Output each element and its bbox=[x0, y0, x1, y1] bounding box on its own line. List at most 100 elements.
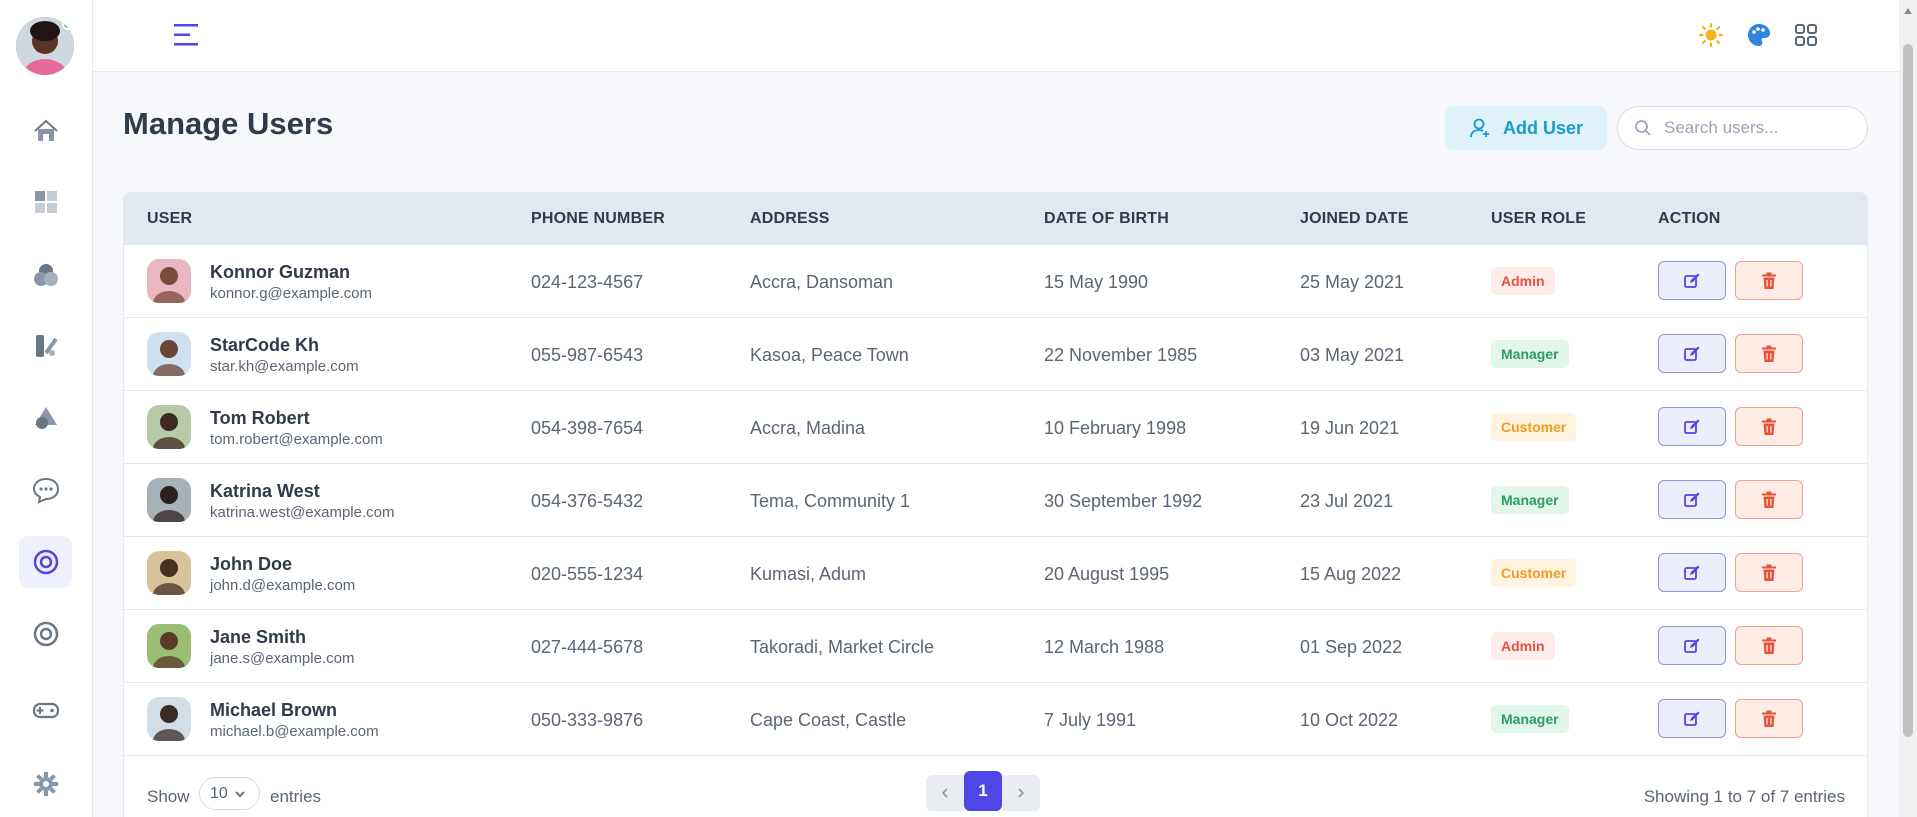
sidebar-item-layers[interactable] bbox=[19, 392, 72, 444]
joined-date: 01 Sep 2022 bbox=[1300, 637, 1403, 657]
edit-icon bbox=[1684, 638, 1700, 653]
role-badge: Manager bbox=[1491, 340, 1569, 368]
table-row: Michael Brown michael.b@example.com 050-… bbox=[124, 683, 1867, 756]
delete-user-button[interactable] bbox=[1735, 261, 1803, 300]
trash-icon bbox=[1762, 272, 1776, 289]
column-header-phone[interactable]: PHONE NUMBER bbox=[531, 210, 665, 228]
palette-button[interactable] bbox=[1745, 21, 1773, 49]
page-scrollbar[interactable] bbox=[1899, 0, 1917, 817]
user-name: Tom Robert bbox=[210, 408, 310, 428]
date-of-birth: 30 September 1992 bbox=[1044, 491, 1203, 511]
table-row: Katrina West katrina.west@example.com 05… bbox=[124, 464, 1867, 537]
add-user-icon bbox=[1470, 118, 1489, 138]
sidebar-item-widgets[interactable] bbox=[19, 320, 72, 372]
user-email: john.d@example.com bbox=[210, 577, 356, 594]
joined-date: 19 Jun 2021 bbox=[1300, 418, 1400, 438]
top-bar bbox=[93, 0, 1899, 72]
user-avatar bbox=[147, 551, 191, 595]
profile-avatar[interactable] bbox=[16, 17, 74, 75]
scroll-up-icon[interactable] bbox=[1904, 8, 1912, 14]
date-of-birth: 20 August 1995 bbox=[1044, 564, 1170, 584]
page-title: Manage Users bbox=[123, 106, 334, 141]
chevron-left-icon bbox=[941, 788, 948, 798]
chat-icon bbox=[32, 477, 59, 504]
edit-user-button[interactable] bbox=[1658, 334, 1726, 373]
apps-grid-button[interactable] bbox=[1792, 21, 1820, 49]
pagination-next-button[interactable] bbox=[1002, 775, 1040, 811]
showing-entries-text: Showing 1 to 7 of 7 entries bbox=[1643, 787, 1845, 806]
table-row: Konnor Guzman konnor.g@example.com 024-1… bbox=[124, 245, 1867, 318]
delete-user-button[interactable] bbox=[1735, 407, 1803, 446]
edit-user-button[interactable] bbox=[1658, 699, 1726, 738]
pagination-page-1[interactable]: 1 bbox=[964, 771, 1002, 811]
chevron-right-icon bbox=[1018, 788, 1025, 798]
search-input[interactable] bbox=[1664, 118, 1844, 138]
table-row: StarCode Kh star.kh@example.com 055-987-… bbox=[124, 318, 1867, 391]
delete-user-button[interactable] bbox=[1735, 699, 1803, 738]
column-header-role[interactable]: USER ROLE bbox=[1491, 210, 1586, 228]
edit-user-button[interactable] bbox=[1658, 553, 1726, 592]
edit-icon bbox=[1684, 346, 1700, 361]
search-box[interactable] bbox=[1617, 106, 1868, 150]
edit-user-button[interactable] bbox=[1658, 480, 1726, 519]
pagination-prev-button[interactable] bbox=[926, 775, 964, 811]
user-avatar bbox=[147, 478, 191, 522]
search-icon bbox=[1635, 120, 1651, 136]
settings-icon bbox=[33, 772, 58, 796]
add-user-button[interactable]: Add User bbox=[1445, 106, 1607, 150]
user-avatar bbox=[147, 332, 191, 376]
target-icon bbox=[33, 549, 58, 575]
sidebar-item-circle[interactable] bbox=[19, 608, 72, 660]
widgets-icon bbox=[35, 335, 58, 357]
column-header-dob[interactable]: DATE OF BIRTH bbox=[1044, 210, 1169, 228]
phone-number: 027-444-5678 bbox=[531, 637, 644, 657]
user-name: StarCode Kh bbox=[210, 335, 320, 355]
role-badge: Customer bbox=[1491, 559, 1577, 587]
column-header-user[interactable]: USER bbox=[147, 210, 192, 228]
user-email: michael.b@example.com bbox=[210, 723, 379, 740]
theme-toggle-button[interactable] bbox=[1697, 21, 1725, 49]
sidebar-item-shapes[interactable] bbox=[19, 249, 72, 301]
trash-icon bbox=[1762, 564, 1776, 581]
menu-toggle-button[interactable] bbox=[172, 22, 200, 48]
entries-label: entries bbox=[270, 787, 322, 806]
add-user-label: Add User bbox=[1502, 117, 1583, 138]
date-of-birth: 7 July 1991 bbox=[1044, 710, 1137, 730]
show-label: Show bbox=[147, 787, 190, 806]
edit-icon bbox=[1684, 419, 1700, 434]
layers-icon bbox=[34, 407, 57, 429]
sidebar-item-settings[interactable] bbox=[19, 758, 72, 810]
sidebar bbox=[0, 0, 93, 817]
date-of-birth: 22 November 1985 bbox=[1044, 345, 1198, 365]
trash-icon bbox=[1762, 491, 1776, 508]
date-of-birth: 15 May 1990 bbox=[1044, 272, 1149, 292]
edit-user-button[interactable] bbox=[1658, 261, 1726, 300]
dashboard-icon bbox=[34, 191, 57, 213]
entries-per-page-select[interactable]: 10 bbox=[199, 777, 260, 810]
column-header-address[interactable]: ADDRESS bbox=[750, 210, 830, 228]
role-badge: Admin bbox=[1491, 632, 1555, 660]
trash-icon bbox=[1762, 418, 1776, 435]
role-badge: Customer bbox=[1491, 413, 1577, 441]
column-header-joined[interactable]: JOINED DATE bbox=[1300, 210, 1409, 228]
joined-date: 10 Oct 2022 bbox=[1300, 710, 1399, 730]
sidebar-item-home[interactable] bbox=[19, 105, 72, 157]
sidebar-item-games[interactable] bbox=[19, 684, 72, 736]
delete-user-button[interactable] bbox=[1735, 626, 1803, 665]
sidebar-item-chat[interactable] bbox=[19, 464, 72, 516]
table-row: Jane Smith jane.s@example.com 027-444-56… bbox=[124, 610, 1867, 683]
user-email: konnor.g@example.com bbox=[210, 285, 372, 302]
delete-user-button[interactable] bbox=[1735, 553, 1803, 592]
edit-user-button[interactable] bbox=[1658, 626, 1726, 665]
sidebar-item-target[interactable] bbox=[19, 536, 72, 588]
table-row: Tom Robert tom.robert@example.com 054-39… bbox=[124, 391, 1867, 464]
delete-user-button[interactable] bbox=[1735, 334, 1803, 373]
sidebar-item-dashboard[interactable] bbox=[19, 176, 72, 228]
phone-number: 020-555-1234 bbox=[531, 564, 644, 584]
delete-user-button[interactable] bbox=[1735, 480, 1803, 519]
edit-icon bbox=[1684, 492, 1700, 507]
edit-icon bbox=[1684, 273, 1700, 288]
role-badge: Manager bbox=[1491, 705, 1569, 733]
edit-user-button[interactable] bbox=[1658, 407, 1726, 446]
scrollbar-thumb[interactable] bbox=[1903, 44, 1913, 737]
